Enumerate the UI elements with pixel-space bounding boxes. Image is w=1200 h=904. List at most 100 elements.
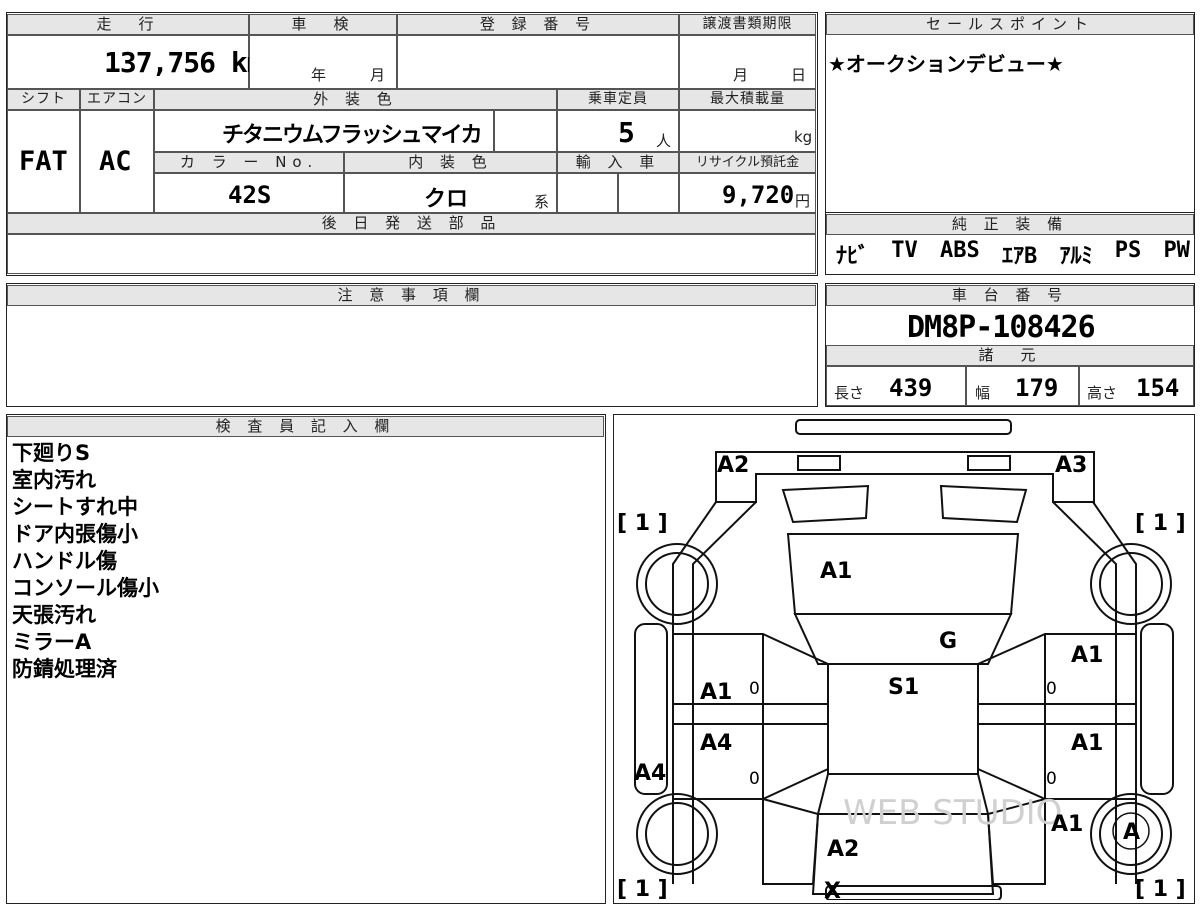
- tire-left-rear: [ 1 ]: [617, 877, 668, 900]
- recycle-value: 9,720: [722, 181, 795, 209]
- length-label: 長さ: [834, 384, 865, 402]
- mark-front-right-door: A1: [1071, 643, 1103, 668]
- standard-equipment-header: 純 正 装 備: [826, 214, 1194, 235]
- zero-mark: 0: [1046, 769, 1057, 789]
- front-left-wheel-shape: [636, 543, 718, 625]
- inspector-header: 検 査 員 記 入 欄: [7, 416, 604, 437]
- width-value: 179: [1015, 374, 1059, 402]
- right-sill-shape: [1140, 623, 1174, 795]
- chassis-header: 車 台 番 号: [826, 285, 1194, 306]
- zero-mark: 0: [749, 769, 760, 789]
- import-header: 輸 入 車: [557, 152, 679, 173]
- inspector-line: 下廻りS: [12, 441, 91, 465]
- recycle-unit: 円: [795, 192, 811, 210]
- inspector-line: 室内汚れ: [12, 468, 96, 492]
- zero-mark: 0: [1046, 679, 1057, 699]
- tire-left-front: [ 1 ]: [617, 511, 668, 536]
- equipment-item-navi: ﾅﾋﾞ: [836, 244, 870, 269]
- capacity-unit: 人: [656, 132, 672, 150]
- inspection-month-unit: 月: [370, 66, 386, 84]
- width-label: 幅: [975, 384, 991, 402]
- shift-value: FAT: [19, 146, 68, 177]
- import-cell-b: [618, 173, 679, 213]
- zero-mark: 0: [749, 679, 760, 699]
- height-label: 高さ: [1087, 384, 1118, 402]
- inspector-line: シートすれ中: [12, 495, 138, 519]
- color-no-header: カ ラ ー No.: [154, 152, 344, 173]
- mark-rear-right-door: A1: [1071, 731, 1103, 756]
- transfer-deadline-header: 譲渡書類期限: [679, 14, 816, 35]
- later-parts-header: 後 日 発 送 部 品: [7, 213, 816, 234]
- max-load-unit: kg: [794, 128, 813, 146]
- inspector-line: ハンドル傷: [12, 549, 117, 573]
- equipment-item-abs: ABS: [939, 238, 980, 263]
- registration-header: 登 録 番 号: [397, 14, 679, 35]
- exterior-color-value: チタニウムフラッシュマイカ: [222, 123, 483, 148]
- tire-right-rear: [ 1 ]: [1135, 877, 1186, 900]
- interior-color-suffix: 系: [534, 193, 550, 211]
- mark-front-right-corner: A3: [1055, 453, 1087, 478]
- chassis-number: DM8P-108426: [907, 310, 1096, 345]
- length-value: 439: [889, 374, 933, 402]
- mark-rear-left-door: A4: [700, 731, 732, 756]
- mark-hood: A1: [820, 559, 852, 584]
- later-parts-cell: [7, 234, 816, 274]
- car-damage-diagram: WEB STUDIO [ 1 ] [ 1 ] [ 1 ] [ 1 ] A2 A3…: [617, 419, 1186, 900]
- inspection-header: 車 検: [249, 14, 397, 35]
- equipment-item-airbag: ｴｱB: [1001, 244, 1038, 269]
- watermark-text: WEB STUDIO: [843, 793, 1062, 833]
- equipment-item-ps: PS: [1114, 238, 1142, 263]
- mark-front-left-corner: A2: [717, 453, 749, 478]
- transfer-day-unit: 日: [791, 66, 807, 84]
- windshield-shape: [793, 613, 1013, 665]
- inspector-line: 天張汚れ: [12, 603, 96, 627]
- shift-header: シフト: [7, 89, 80, 110]
- rear-right-door-shape: [977, 723, 1137, 800]
- inspector-line: コンソール傷小: [12, 576, 159, 600]
- interior-color-value: クロ: [424, 187, 469, 212]
- inspector-line: 防錆処理済: [12, 657, 117, 681]
- capacity-header: 乗車定員: [557, 89, 679, 110]
- color-no-value: 42S: [228, 181, 272, 209]
- headlight-left-shape: [797, 455, 841, 471]
- equipment-item-pw: PW: [1163, 238, 1190, 263]
- headlight-right-shape: [967, 455, 1011, 471]
- mark-rear-bumper: X: [824, 879, 841, 900]
- exterior-color-extra-cell: [494, 110, 557, 152]
- height-value: 154: [1136, 374, 1180, 402]
- capacity-value: 5: [618, 116, 635, 149]
- mark-front-left-door: A1: [700, 680, 732, 705]
- rear-left-fender-shape: [762, 797, 820, 885]
- mark-rear-right-fender: A1: [1051, 812, 1083, 837]
- equipment-list: ﾅﾋﾞ TV ABS ｴｱB ｱﾙﾐ PS PW: [836, 238, 1190, 270]
- tire-right-front: [ 1 ]: [1135, 511, 1186, 536]
- mileage-value: 137,756 km: [104, 46, 264, 79]
- inspection-year-unit: 年: [311, 66, 327, 84]
- mark-rear-right-wheel: A: [1123, 820, 1140, 845]
- grille-left-shape: [781, 484, 870, 524]
- exterior-color-header: 外 装 色: [154, 89, 557, 110]
- spec-header: 諸 元: [826, 345, 1194, 366]
- sales-point-text: ★オークションデビュー★: [828, 52, 1064, 76]
- inspector-line: ドア内張傷小: [12, 522, 138, 546]
- registration-cell: [397, 35, 679, 89]
- front-right-door-shape: [977, 633, 1137, 705]
- inspector-line: ミラーA: [12, 630, 92, 654]
- equipment-item-alloy: ｱﾙﾐ: [1059, 244, 1093, 269]
- interior-color-header: 内 装 色: [344, 152, 557, 173]
- sales-point-panel: [825, 12, 1195, 214]
- import-cell-a: [557, 173, 618, 213]
- notes-header: 注 意 事 項 欄: [7, 285, 816, 306]
- aircon-header: エアコン: [80, 89, 154, 110]
- mark-roof: S1: [888, 675, 919, 700]
- front-bumper-shape: [795, 419, 1012, 435]
- equipment-item-tv: TV: [891, 238, 918, 263]
- front-panel-shape: [715, 451, 1095, 503]
- mark-trunk: A2: [827, 837, 859, 862]
- aircon-value: AC: [99, 146, 132, 177]
- max-load-header: 最大積載量: [679, 89, 816, 110]
- rear-left-wheel-shape: [636, 793, 718, 875]
- mark-left-side: A4: [634, 761, 666, 786]
- recycle-header: リサイクル預託金: [679, 152, 816, 173]
- sales-point-header: セールスポイント: [826, 14, 1194, 35]
